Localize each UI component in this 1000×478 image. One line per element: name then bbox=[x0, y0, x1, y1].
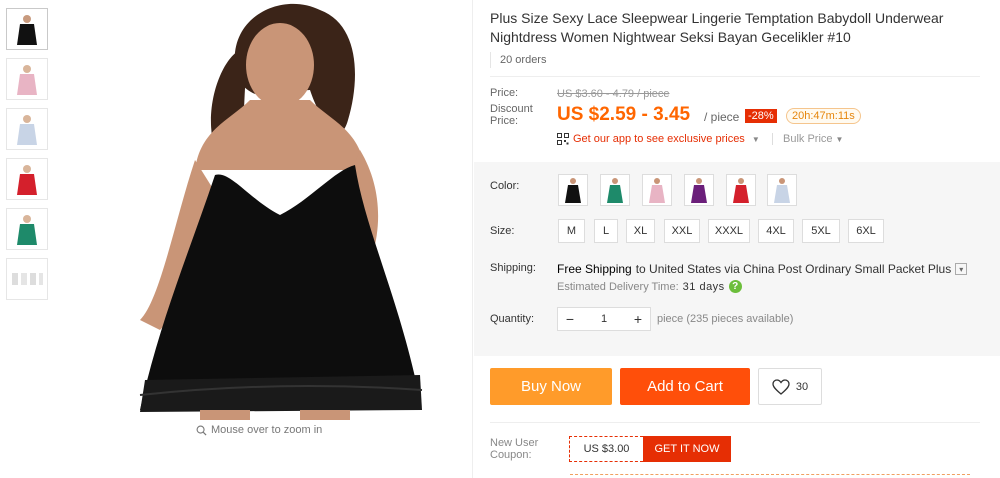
thumbnail-4[interactable] bbox=[6, 158, 48, 200]
size-option-5xl[interactable]: 5XL bbox=[802, 219, 840, 243]
quantity-stepper: − 1 + bbox=[557, 307, 651, 331]
swatch-image bbox=[691, 178, 707, 203]
quantity-available: piece (235 pieces available) bbox=[657, 313, 794, 325]
thumbnail-5[interactable] bbox=[6, 208, 48, 250]
thumbnail-2[interactable] bbox=[6, 58, 48, 100]
help-icon[interactable]: ? bbox=[728, 280, 742, 293]
minus-icon[interactable]: − bbox=[558, 308, 582, 330]
swatch-image bbox=[774, 178, 790, 203]
thumbnail-6[interactable] bbox=[6, 258, 48, 300]
wishlist-button[interactable]: 30 bbox=[758, 368, 822, 405]
orders-count[interactable]: 20 orders bbox=[490, 52, 555, 68]
shipping-label: Shipping: bbox=[490, 262, 536, 274]
size-option-xxxl[interactable]: XXXL bbox=[708, 219, 750, 243]
get-coupon-button[interactable]: GET IT NOW bbox=[643, 436, 731, 462]
countdown-timer: 20h:47m:11s bbox=[786, 108, 861, 124]
wishlist-count: 30 bbox=[795, 380, 809, 393]
app-price-link[interactable]: Get our app to see exclusive prices ▼ bbox=[557, 133, 760, 145]
color-swatch-3[interactable] bbox=[642, 174, 672, 206]
swatch-image bbox=[733, 178, 749, 203]
action-buttons: Buy Now Add to Cart 30 bbox=[490, 368, 822, 405]
discount-price: US $2.59 - 3.45 bbox=[557, 104, 691, 125]
divider bbox=[490, 76, 980, 77]
size-option-xl[interactable]: XL bbox=[626, 219, 655, 243]
zoom-hint-text: Mouse over to zoom in bbox=[211, 424, 323, 436]
thumbnail-list bbox=[6, 8, 50, 308]
zoom-hint: Mouse over to zoom in bbox=[196, 424, 322, 436]
coupon-label: New User Coupon: bbox=[490, 437, 539, 461]
delivery-info: Estimated Delivery Time: 31 days ? bbox=[557, 280, 742, 293]
thumbnail-3[interactable] bbox=[6, 108, 48, 150]
app-price-text: Get our app to see exclusive prices bbox=[573, 133, 745, 145]
app-price-row: Get our app to see exclusive prices ▼ Bu… bbox=[490, 131, 1000, 151]
price-unit: / piece bbox=[704, 110, 740, 124]
original-price-row: Price: US $3.60 - 4.79 / piece bbox=[490, 87, 1000, 105]
discount-badge: -28% bbox=[745, 109, 777, 123]
discount-price-row: Discount Price: US $2.59 - 3.45 / piece … bbox=[490, 103, 1000, 131]
quantity-input[interactable]: 1 bbox=[582, 313, 626, 325]
thumbnail-image bbox=[17, 215, 37, 245]
product-detail: Plus Size Sexy Lace Sleepwear Lingerie T… bbox=[490, 0, 1000, 151]
size-option-4xl[interactable]: 4XL bbox=[758, 219, 794, 243]
color-label: Color: bbox=[490, 180, 520, 192]
size-option-xxl[interactable]: XXL bbox=[664, 219, 700, 243]
caret-down-icon: ▼ bbox=[751, 134, 760, 144]
price-label: Price: bbox=[490, 87, 519, 99]
color-swatch-4[interactable] bbox=[684, 174, 714, 206]
divider bbox=[490, 422, 980, 423]
sku-options-panel: Color: Size: M L XL XXL XXXL 4XL 5XL 6XL Shippi… bbox=[474, 162, 1000, 356]
product-main-image[interactable] bbox=[120, 0, 476, 420]
delivery-days: 31 days bbox=[682, 280, 725, 293]
delivery-label: Estimated Delivery Time: bbox=[557, 280, 679, 293]
quantity-label: Quantity: bbox=[490, 313, 535, 325]
color-swatch-5[interactable] bbox=[726, 174, 756, 206]
swatch-image bbox=[607, 178, 623, 203]
heart-icon bbox=[772, 378, 790, 395]
size-option-l[interactable]: L bbox=[594, 219, 618, 243]
free-shipping-text: Free Shipping bbox=[557, 262, 632, 276]
size-option-6xl[interactable]: 6XL bbox=[848, 219, 884, 243]
color-swatch-6[interactable] bbox=[767, 174, 797, 206]
thumbnail-image bbox=[12, 273, 43, 285]
bulk-price-text: Bulk Price bbox=[783, 133, 833, 145]
product-title: Plus Size Sexy Lace Sleepwear Lingerie T… bbox=[490, 10, 944, 45]
thumbnail-image bbox=[17, 165, 37, 195]
discount-price-label: Discount Price: bbox=[490, 103, 533, 127]
divider bbox=[570, 474, 970, 476]
thumbnail-image bbox=[17, 65, 37, 95]
swatch-image bbox=[565, 178, 581, 203]
size-label: Size: bbox=[490, 225, 515, 237]
column-divider bbox=[472, 0, 473, 478]
color-swatch-1[interactable] bbox=[558, 174, 588, 206]
bulk-price-dropdown[interactable]: Bulk Price ▼ bbox=[772, 133, 843, 145]
color-swatch-2[interactable] bbox=[600, 174, 630, 206]
caret-down-icon: ▼ bbox=[835, 135, 844, 144]
add-to-cart-button[interactable]: Add to Cart bbox=[620, 368, 750, 405]
size-option-m[interactable]: M bbox=[558, 219, 585, 243]
plus-icon[interactable]: + bbox=[626, 308, 650, 330]
shipping-method: to United States via China Post Ordinary… bbox=[635, 262, 952, 276]
qr-code-icon bbox=[557, 133, 569, 145]
swatch-image bbox=[649, 178, 665, 203]
buy-now-button[interactable]: Buy Now bbox=[490, 368, 612, 405]
chevron-down-icon[interactable]: ▾ bbox=[955, 263, 968, 275]
coupon-amount: US $3.00 bbox=[569, 436, 643, 462]
thumbnail-image bbox=[17, 15, 37, 45]
shipping-info[interactable]: Free Shipping to United States via China… bbox=[557, 262, 968, 276]
thumbnail-1[interactable] bbox=[6, 8, 48, 50]
new-user-coupon: US $3.00 GET IT NOW bbox=[569, 436, 731, 462]
original-price: US $3.60 - 4.79 / piece bbox=[557, 88, 670, 100]
magnifier-icon bbox=[196, 425, 207, 436]
thumbnail-image bbox=[17, 115, 37, 145]
